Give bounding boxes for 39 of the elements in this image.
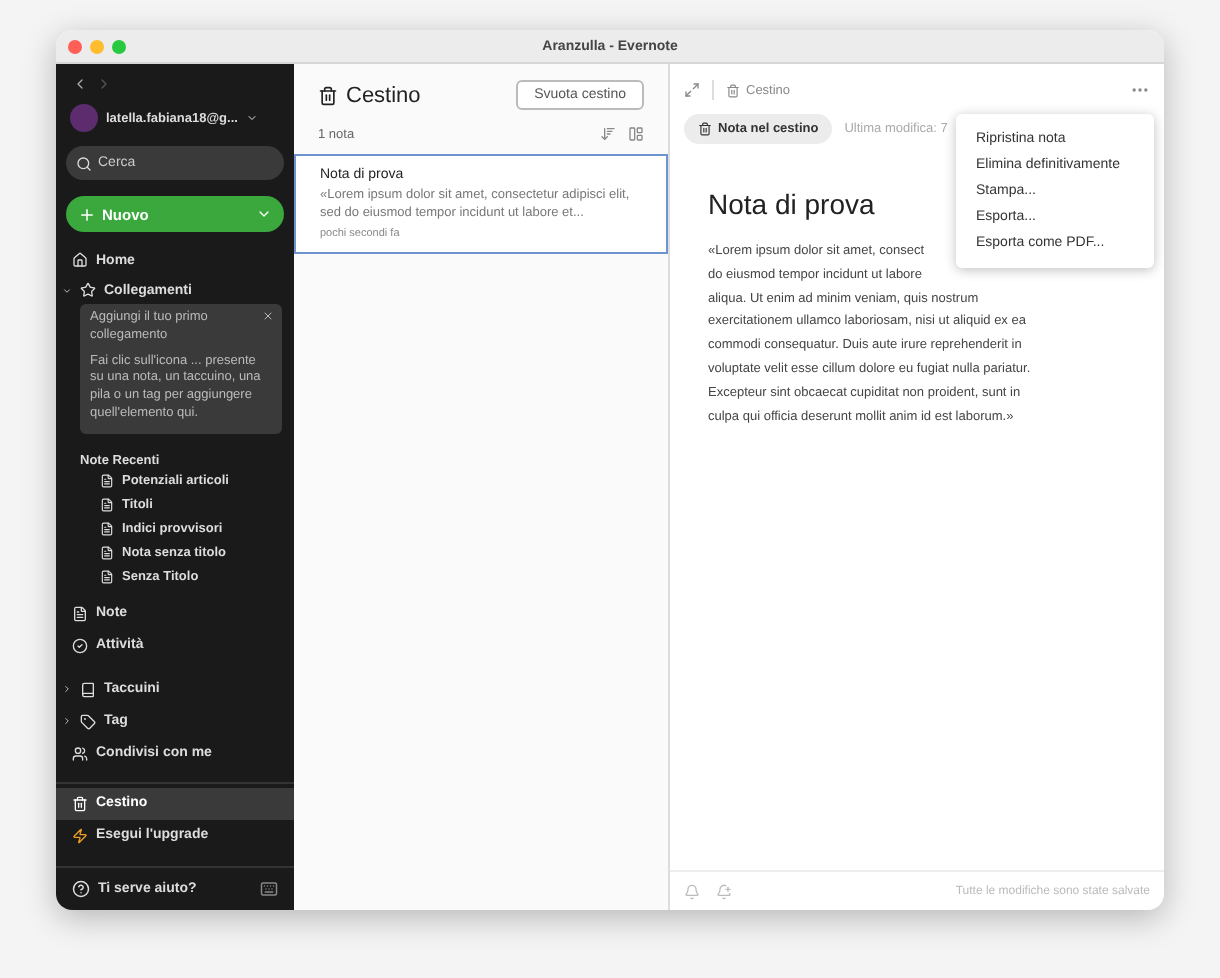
disclosure-icon[interactable] [62,285,72,295]
close-icon[interactable] [262,310,274,322]
note-heading: Nota di prova [708,188,875,220]
star-icon [80,282,96,298]
caret-icon[interactable] [245,112,258,124]
home-icon [72,252,88,268]
note-icon [100,546,114,561]
plus-icon [78,205,96,223]
note-icon [100,522,114,537]
view-icon[interactable] [628,126,644,142]
disclosure-icon[interactable] [62,716,72,727]
list-title: Cestino [318,83,421,107]
note-icon [100,498,114,513]
close-button[interactable] [68,39,82,53]
trash-icon [726,83,740,97]
note-icon [100,570,114,585]
trash-icon [318,85,338,105]
note-icon [100,474,114,489]
caret-icon[interactable] [256,206,272,222]
tasks-icon [72,637,88,654]
upgrade-icon [72,827,88,844]
tags-icon [80,713,96,730]
expand-icon[interactable] [684,82,700,98]
bell-icon[interactable] [684,883,700,899]
bell-plus-icon[interactable] [716,883,732,899]
search-icon [76,155,92,171]
back-icon[interactable] [72,76,88,92]
notes-icon [72,605,88,622]
help-icon [72,880,90,898]
forward-icon[interactable] [96,76,112,92]
trash-icon [72,795,88,812]
shared-icon [72,745,88,762]
disclosure-icon[interactable] [62,684,72,695]
notebooks-icon [80,681,96,698]
trash-icon [698,122,712,136]
avatar[interactable] [70,104,98,132]
zoom-button[interactable] [112,39,126,53]
keyboard-icon[interactable] [260,880,278,898]
sort-icon[interactable] [600,126,616,142]
